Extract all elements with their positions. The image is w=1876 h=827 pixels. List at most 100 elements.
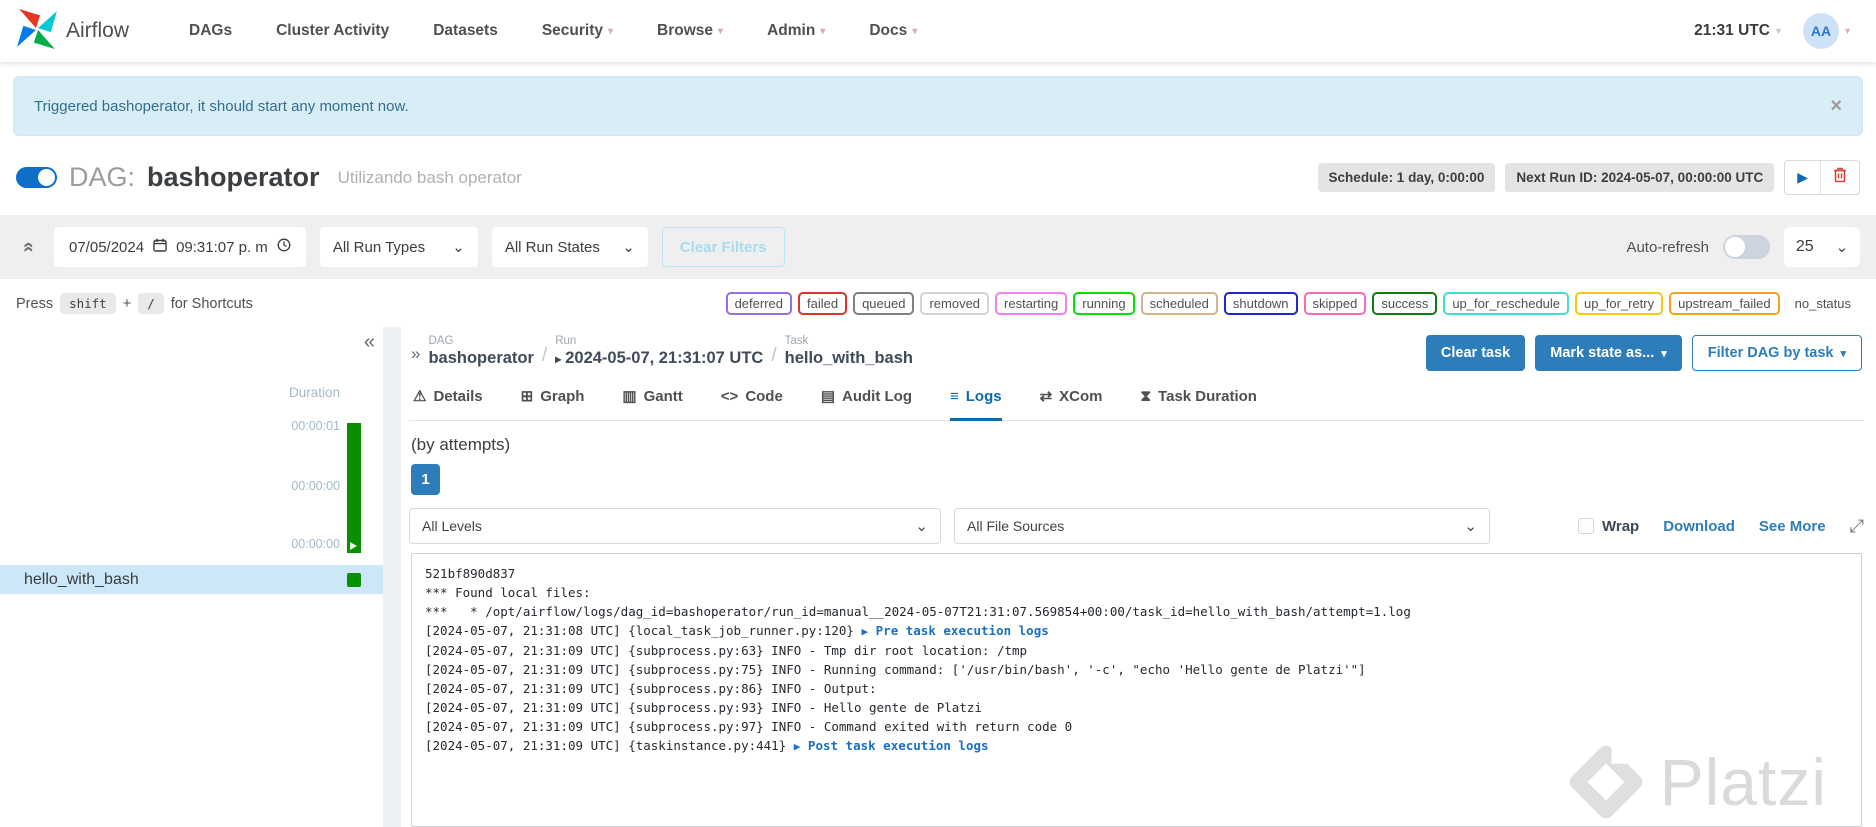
close-icon[interactable]: × xyxy=(1830,96,1842,116)
grid-panel: « Duration 00:00:01 00:00:00 00:00:00 hell… xyxy=(0,327,383,827)
auto-refresh-toggle[interactable] xyxy=(1723,235,1770,259)
play-icon: ▶ xyxy=(1797,169,1808,185)
state-legend: deferred failed queued removed restartin… xyxy=(725,292,1860,315)
navbar: Airflow DAGs Cluster Activity Datasets S… xyxy=(0,0,1876,62)
state-badge[interactable]: shutdown xyxy=(1223,292,1298,315)
caret-down-icon: ▾ xyxy=(1840,347,1846,360)
filter-dag-by-task-button[interactable]: Filter DAG by task ▾ xyxy=(1691,335,1862,371)
detail-tabs: ⚠ Details ⊞ Graph ▥ Gantt <> Code ▤ Audi… xyxy=(409,377,1864,421)
tab[interactable]: ⚠ Details xyxy=(413,387,483,421)
platzi-logo-icon xyxy=(1566,742,1646,822)
play-icon: ▶ xyxy=(861,625,869,638)
wrap-toggle[interactable]: Wrap xyxy=(1577,518,1639,535)
dag-name: bashoperator xyxy=(147,162,320,192)
log-line: *** Found local files: xyxy=(425,585,591,600)
alert-message: Triggered bashoperator, it should start … xyxy=(34,97,409,115)
chevron-down-icon: ⌄ xyxy=(1835,239,1849,256)
state-badge[interactable]: restarting xyxy=(995,292,1068,315)
state-badge[interactable]: deferred xyxy=(725,292,792,315)
run-states-select[interactable]: All Run States ⌄ xyxy=(491,227,648,267)
log-level-select[interactable]: All Levels ⌄ xyxy=(409,508,941,544)
file-source-select[interactable]: All File Sources ⌄ xyxy=(954,508,1490,544)
user-menu[interactable]: AA ▾ xyxy=(1802,13,1850,49)
tab[interactable]: <> Code xyxy=(721,387,783,421)
task-duration-bar[interactable] xyxy=(347,423,361,553)
tab[interactable]: ≡ Logs xyxy=(949,387,1002,421)
task-instance-square[interactable] xyxy=(347,572,361,587)
state-badge[interactable]: success xyxy=(1372,292,1438,315)
expand-panel-icon[interactable]: » xyxy=(411,344,420,364)
nav-menu-item[interactable]: Security ▾ xyxy=(542,22,613,40)
clear-filters-button[interactable]: Clear Filters xyxy=(661,227,785,267)
caret-down-icon: ▾ xyxy=(1661,347,1667,360)
state-badge[interactable]: up_for_retry xyxy=(1575,292,1664,315)
trigger-dag-button[interactable]: ▶ xyxy=(1785,161,1820,194)
state-badge[interactable]: running xyxy=(1073,292,1135,315)
breadcrumb-run-value[interactable]: ▸ 2024-05-07, 21:31:07 UTC xyxy=(555,349,763,368)
tab[interactable]: ▤ Audit Log xyxy=(821,387,912,421)
tab[interactable]: ⇄ XCom xyxy=(1040,387,1103,421)
tab-icon: <> xyxy=(720,387,739,405)
shift-key-chip: shift xyxy=(60,293,116,314)
caret-down-icon: ▾ xyxy=(608,25,614,37)
breadcrumb-run-label: Run xyxy=(555,335,577,347)
tab-icon: ⚠ xyxy=(413,388,427,405)
state-badge[interactable]: upstream_failed xyxy=(1669,292,1780,315)
clock-icon xyxy=(277,238,291,256)
log-group-toggle[interactable]: ▶ Post task execution logs xyxy=(794,738,989,753)
fullscreen-icon[interactable]: ⤢ xyxy=(1850,516,1864,537)
tab[interactable]: ⧗ Task Duration xyxy=(1141,387,1257,421)
tab-icon: ≡ xyxy=(949,387,959,405)
run-types-select[interactable]: All Run Types ⌄ xyxy=(319,227,478,267)
nav-menu-item[interactable]: Datasets xyxy=(433,22,498,40)
collapse-panel-icon[interactable]: « xyxy=(364,331,375,354)
caret-down-icon: ▾ xyxy=(1775,25,1781,37)
state-badge[interactable]: up_for_reschedule xyxy=(1443,292,1570,315)
tab[interactable]: ▥ Gantt xyxy=(622,387,682,421)
caret-down-icon: ▾ xyxy=(912,25,918,37)
download-link[interactable]: Download xyxy=(1663,518,1735,535)
utc-clock-dropdown[interactable]: 21:31 UTC ▾ xyxy=(1694,22,1781,40)
breadcrumb-dag-value[interactable]: bashoperator xyxy=(428,349,533,368)
schedule-badge: Schedule: 1 day, 0:00:00 xyxy=(1317,163,1496,192)
watermark-text: Platzi xyxy=(1659,744,1827,819)
breadcrumb-task-value[interactable]: hello_with_bash xyxy=(785,349,913,368)
state-badge[interactable]: failed xyxy=(797,292,848,315)
task-row-selected[interactable]: hello_with_bash xyxy=(0,565,383,594)
breadcrumb-dag-label: DAG xyxy=(428,335,454,347)
nav-menu-item[interactable]: Docs ▾ xyxy=(869,22,917,40)
page-size-select[interactable]: 25 ⌄ xyxy=(1784,227,1860,267)
clear-task-button[interactable]: Clear task xyxy=(1425,335,1526,371)
see-more-link[interactable]: See More xyxy=(1759,518,1826,535)
filter-bar: « 07/05/2024 09:31:07 p. m All Run Types… xyxy=(0,215,1876,279)
mark-state-button[interactable]: Mark state as... ▾ xyxy=(1535,335,1682,371)
state-badge[interactable]: queued xyxy=(853,292,915,315)
collapse-filters-icon[interactable]: « xyxy=(17,235,39,259)
base-date-input[interactable]: 07/05/2024 09:31:07 p. m xyxy=(54,227,306,267)
state-badge[interactable]: scheduled xyxy=(1140,292,1218,315)
state-badge[interactable]: skipped xyxy=(1303,292,1367,315)
nav-menu-item[interactable]: DAGs xyxy=(189,22,232,40)
nav-menu-item[interactable]: Browse ▾ xyxy=(657,22,723,40)
log-group-toggle[interactable]: ▶ Pre task execution logs xyxy=(862,623,1049,638)
alert-banner: Triggered bashoperator, it should start … xyxy=(13,76,1863,136)
attempt-1-button[interactable]: 1 xyxy=(411,464,440,495)
platzi-watermark: Platzi xyxy=(1566,742,1827,822)
duration-axis-label: Duration xyxy=(288,385,340,400)
avatar: AA xyxy=(1802,13,1839,49)
state-badge[interactable]: no_status xyxy=(1785,292,1860,315)
state-badge[interactable]: removed xyxy=(920,292,990,315)
nav-menu-item[interactable]: Cluster Activity xyxy=(276,22,389,40)
wrap-checkbox[interactable] xyxy=(1577,518,1594,534)
log-line: [2024-05-07, 21:31:09 UTC] {taskinstance… xyxy=(425,738,989,753)
delete-dag-button[interactable] xyxy=(1820,161,1859,194)
panel-divider[interactable] xyxy=(383,327,401,827)
nav-menu-item[interactable]: Admin ▾ xyxy=(767,22,825,40)
task-actions: Clear task Mark state as... ▾ Filter DAG… xyxy=(1425,335,1862,371)
calendar-icon xyxy=(153,238,167,256)
airflow-logo-brand[interactable]: Airflow xyxy=(16,8,129,55)
dag-pause-toggle[interactable] xyxy=(16,167,57,188)
log-line: [2024-05-07, 21:31:09 UTC] {subprocess.p… xyxy=(425,662,1366,677)
tab[interactable]: ⊞ Graph xyxy=(521,387,585,421)
log-line: [2024-05-07, 21:31:09 UTC] {subprocess.p… xyxy=(425,681,877,696)
